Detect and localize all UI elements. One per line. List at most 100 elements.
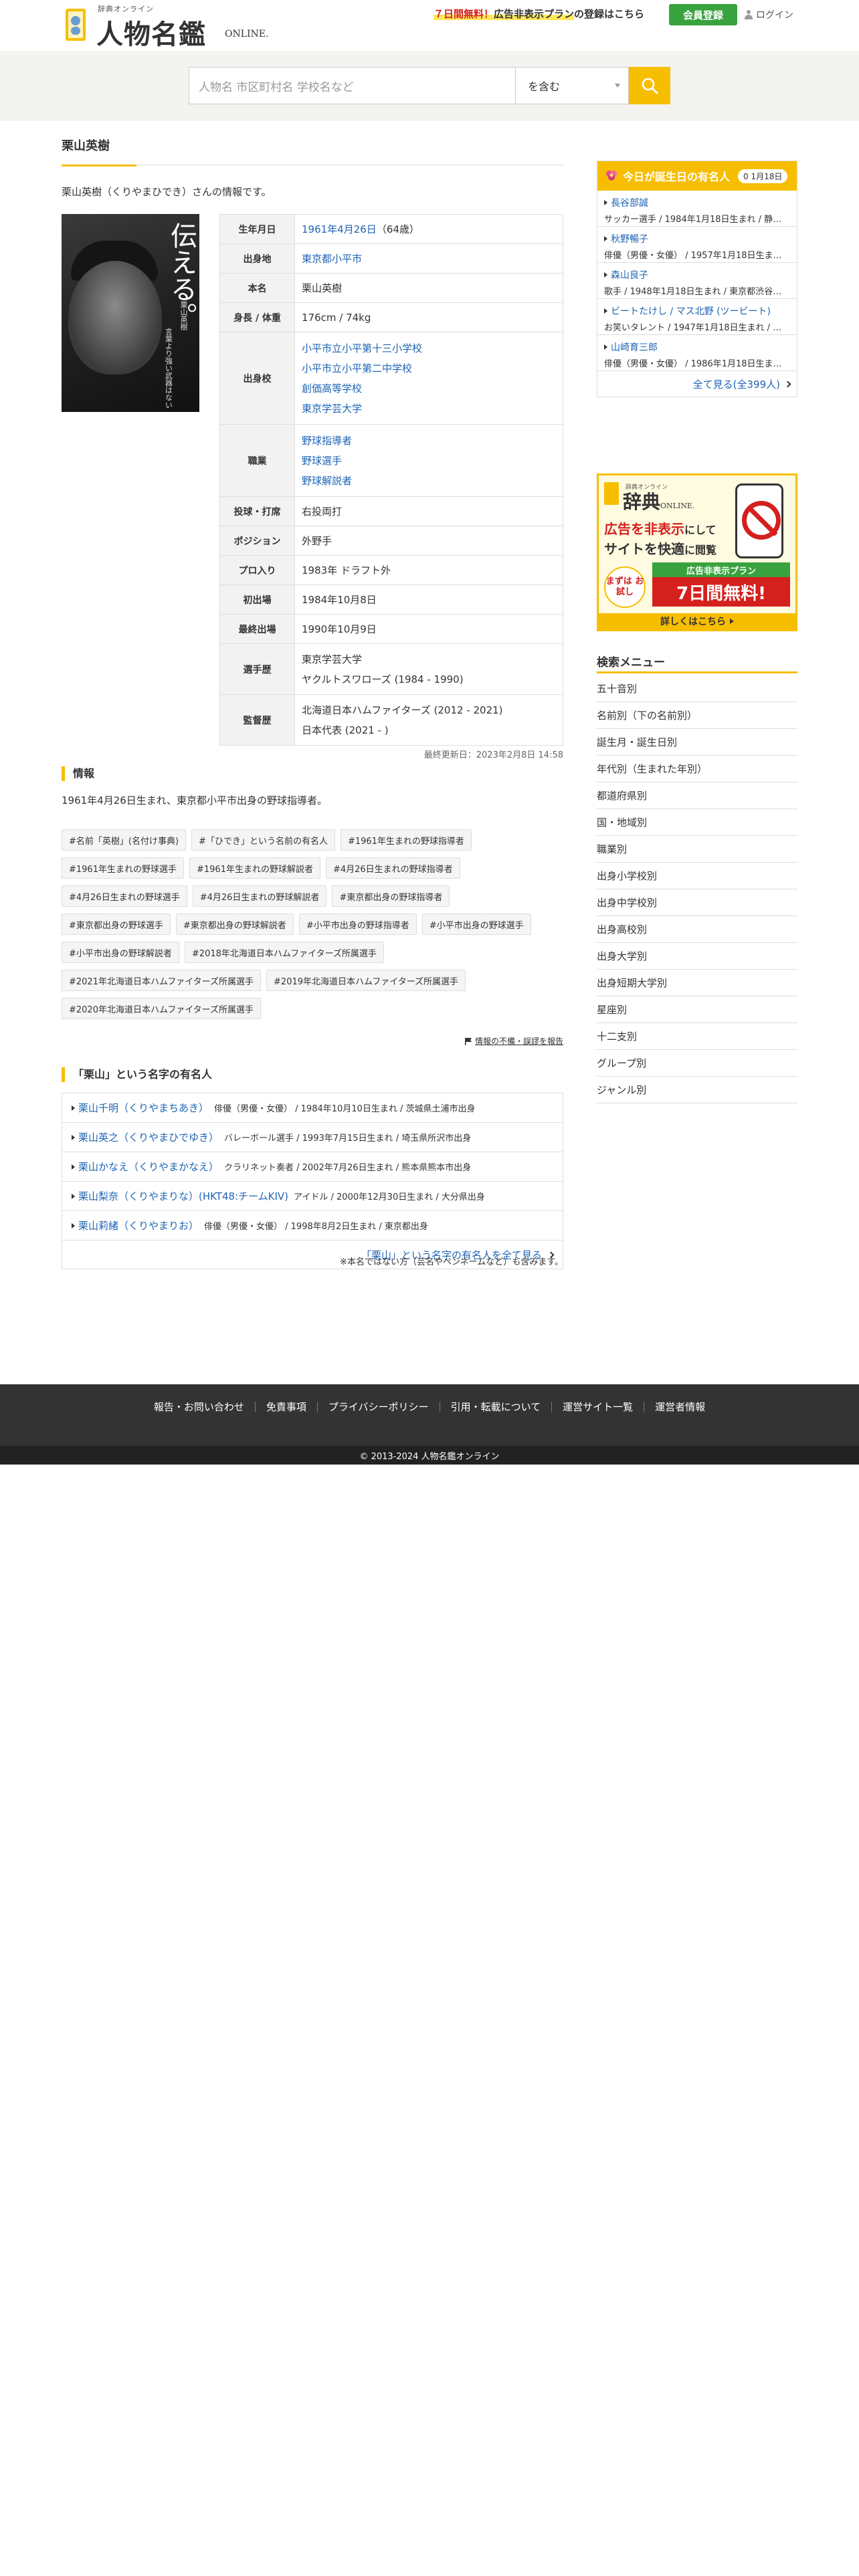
birthdate-link[interactable]: 1961年4月26日 bbox=[302, 223, 377, 235]
menu-item[interactable]: 五十音別 bbox=[597, 675, 797, 702]
search-button[interactable] bbox=[629, 67, 670, 104]
table-row: 選手歴 東京学芸大学 ヤクルトスワローズ (1984 - 1990) bbox=[219, 643, 563, 695]
menu-item[interactable]: ジャンル別 bbox=[597, 1077, 797, 1103]
person-detail: お笑いタレント / 1947年1月18日生まれ / 東京都足立区出身 bbox=[604, 323, 790, 333]
ad-headline-2b: に閲覧 bbox=[684, 544, 717, 556]
birthplace-link[interactable]: 東京都小平市 bbox=[302, 253, 362, 265]
profile-table: 生年月日 1961年4月26日（64歳） 出身地 東京都小平市 本名 栗山英樹 … bbox=[219, 214, 563, 746]
tag-link[interactable]: #4月26日生まれの野球解説者 bbox=[192, 885, 327, 907]
tag-link[interactable]: #1961年生まれの野球指導者 bbox=[340, 829, 472, 851]
tag-link[interactable]: #小平市出身の野球選手 bbox=[421, 914, 531, 935]
login-link[interactable]: ログイン bbox=[744, 8, 793, 21]
table-row: 初出場 1984年10月8日 bbox=[219, 584, 563, 615]
tag-link[interactable]: #東京都出身の野球選手 bbox=[62, 914, 171, 935]
school-link[interactable]: 創価高等学校 bbox=[302, 379, 556, 399]
tag-link[interactable]: #4月26日生まれの野球指導者 bbox=[325, 857, 460, 879]
bullet-triangle-icon bbox=[72, 1222, 75, 1228]
tag-link[interactable]: #2021年北海道日本ハムファイターズ所属選手 bbox=[62, 970, 262, 991]
row-value: 東京学芸大学 ヤクルトスワローズ (1984 - 1990) bbox=[294, 643, 563, 695]
site-logo[interactable]: 辞典オンライン 人物名鑑 ONLINE. bbox=[62, 3, 269, 50]
promo-plan-text: 広告非表示プラン bbox=[494, 8, 575, 20]
height-weight-value: 176cm / 74kg bbox=[294, 302, 563, 332]
search-mode-select[interactable]: を含む bbox=[515, 67, 629, 104]
person-link[interactable]: 栗山莉緒（くりやまりお） bbox=[78, 1218, 199, 1232]
real-name-value: 栗山英樹 bbox=[294, 273, 563, 303]
person-detail: サッカー選手 / 1984年1月18日生まれ / 静岡県藤枝市出身 bbox=[604, 215, 790, 225]
tag-link[interactable]: #小平市出身の野球指導者 bbox=[298, 914, 417, 935]
footer-link[interactable]: プライバシーポリシー bbox=[316, 1402, 440, 1412]
tag-link[interactable]: #1961年生まれの野球選手 bbox=[62, 857, 184, 879]
person-detail: アイドル / 2000年12月30日生まれ / 大分県出身 bbox=[294, 1192, 485, 1202]
tag-link[interactable]: #名前「英樹」(名付け事典) bbox=[62, 829, 187, 851]
person-link[interactable]: 秋野暢子 bbox=[611, 232, 648, 245]
ad-details-button[interactable]: 詳しくはこちら bbox=[599, 613, 795, 629]
birthday-box: 今日が誕生日の有名人 0 1月18日 長谷部誠 サッカー選手 / 1984年1月… bbox=[597, 160, 797, 397]
footer-link[interactable]: 運営者情報 bbox=[644, 1402, 716, 1412]
register-button[interactable]: 会員登録 bbox=[669, 4, 737, 25]
row-label: 選手歴 bbox=[219, 643, 295, 695]
school-link[interactable]: 小平市立小平第二中学校 bbox=[302, 358, 556, 379]
row-value: 小平市立小平第十三小学校 小平市立小平第二中学校 創価高等学校 東京学芸大学 bbox=[294, 332, 563, 425]
menu-item[interactable]: 出身中学校別 bbox=[597, 889, 797, 916]
chevron-right-icon bbox=[784, 381, 791, 387]
list-item: 栗山かなえ（くりやまかなえ） クラリネット奏者 / 2002年7月26日生まれ … bbox=[62, 1152, 563, 1182]
menu-item[interactable]: 都道府県別 bbox=[597, 782, 797, 809]
row-label: 出身地 bbox=[219, 243, 295, 274]
menu-item[interactable]: 国・地域別 bbox=[597, 809, 797, 836]
tag-link[interactable]: #小平市出身の野球解説者 bbox=[62, 942, 179, 963]
person-link[interactable]: 栗山英之（くりやまひでゆき） bbox=[78, 1130, 219, 1144]
menu-item[interactable]: 年代別（生まれた年別） bbox=[597, 756, 797, 782]
person-link[interactable]: 山崎育三郎 bbox=[611, 340, 658, 354]
row-label: 身長 / 体重 bbox=[219, 302, 295, 332]
site-footer: 報告・お問い合わせ 免責事項 プライバシーポリシー 引用・転載について 運営サイ… bbox=[0, 1384, 859, 1446]
ad-free-plan-banner[interactable]: 辞典オンライン 辞典ONLINE. 広告を非表示にして サイトを快適に閲覧 まず… bbox=[597, 473, 797, 631]
school-link[interactable]: 小平市立小平第十三小学校 bbox=[302, 338, 556, 358]
job-link[interactable]: 野球選手 bbox=[302, 451, 556, 471]
list-item: 栗山千明（くりやまちあき） 俳優（男優・女優） / 1984年10月10日生まれ… bbox=[62, 1093, 563, 1123]
tag-link[interactable]: #2019年北海道日本ハムファイターズ所属選手 bbox=[266, 970, 466, 991]
footer-link[interactable]: 運営サイト一覧 bbox=[551, 1402, 644, 1412]
person-link[interactable]: 栗山かなえ（くりやまかなえ） bbox=[78, 1160, 219, 1174]
job-link[interactable]: 野球解説者 bbox=[302, 471, 556, 491]
menu-item[interactable]: 名前別（下の名前別） bbox=[597, 702, 797, 729]
tag-link[interactable]: #2018年北海道日本ハムファイターズ所属選手 bbox=[184, 942, 384, 963]
search-input[interactable]: 人物名 市区町村名 学校名など bbox=[189, 67, 515, 104]
book-cover-image[interactable]: 伝える。 栗山英樹 言葉より強い武器はない bbox=[62, 214, 199, 412]
person-link[interactable]: ビートたけし / マス北野 (ツービート) bbox=[611, 304, 771, 318]
tag-link[interactable]: #2020年北海道日本ハムファイターズ所属選手 bbox=[62, 998, 262, 1019]
tag-link[interactable]: #4月26日生まれの野球選手 bbox=[62, 885, 187, 907]
menu-item[interactable]: 出身小学校別 bbox=[597, 863, 797, 889]
person-link[interactable]: 長谷部誠 bbox=[611, 196, 648, 209]
list-item: 山崎育三郎 俳優（男優・女優） / 1986年1月18日生まれ / 東京都町田市… bbox=[597, 335, 797, 371]
menu-item[interactable]: グループ別 bbox=[597, 1050, 797, 1077]
person-link[interactable]: 栗山千明（くりやまちあき） bbox=[78, 1101, 209, 1115]
footer-link[interactable]: 免責事項 bbox=[254, 1402, 317, 1412]
throw-bat-value: 右投両打 bbox=[294, 496, 563, 526]
footer-link[interactable]: 報告・お問い合わせ bbox=[143, 1402, 255, 1412]
menu-item[interactable]: 星座別 bbox=[597, 996, 797, 1023]
book-logo-icon bbox=[66, 9, 86, 41]
report-label: 情報の不備・誤謬を報告 bbox=[474, 1037, 563, 1046]
row-label: 出身校 bbox=[219, 332, 295, 425]
menu-item[interactable]: 出身短期大学別 bbox=[597, 970, 797, 996]
tag-link[interactable]: #東京都出身の野球解説者 bbox=[175, 914, 294, 935]
menu-item[interactable]: 誕生月・誕生日別 bbox=[597, 729, 797, 756]
menu-item[interactable]: 職業別 bbox=[597, 836, 797, 863]
job-link[interactable]: 野球指導者 bbox=[302, 431, 556, 451]
tag-link[interactable]: #1961年生まれの野球解説者 bbox=[189, 857, 320, 879]
tag-link[interactable]: #東京都出身の野球指導者 bbox=[332, 885, 450, 907]
table-row: 出身地 東京都小平市 bbox=[219, 243, 563, 274]
promo-link[interactable]: ７日間無料！広告非表示プランの登録はこちら bbox=[434, 7, 644, 21]
menu-item[interactable]: 十二支別 bbox=[597, 1023, 797, 1050]
report-link[interactable]: 情報の不備・誤謬を報告 bbox=[464, 1035, 563, 1047]
menu-item[interactable]: 出身大学別 bbox=[597, 943, 797, 970]
footer-link[interactable]: 引用・転載について bbox=[439, 1402, 552, 1412]
career-line: 北海道日本ハムファイターズ (2012 - 2021) bbox=[302, 704, 503, 716]
table-row: 出身校 小平市立小平第十三小学校 小平市立小平第二中学校 創価高等学校 東京学芸… bbox=[219, 332, 563, 425]
birthday-more-link[interactable]: 全て見る(全399人) bbox=[597, 371, 797, 397]
school-link[interactable]: 東京学芸大学 bbox=[302, 399, 556, 419]
person-link[interactable]: 森山良子 bbox=[611, 268, 648, 282]
tag-link[interactable]: #「ひでき」という名前の有名人 bbox=[191, 829, 335, 851]
person-link[interactable]: 栗山梨奈（くりやまりな）(HKT48:チームKIV) bbox=[78, 1189, 288, 1203]
menu-item[interactable]: 出身高校別 bbox=[597, 916, 797, 943]
